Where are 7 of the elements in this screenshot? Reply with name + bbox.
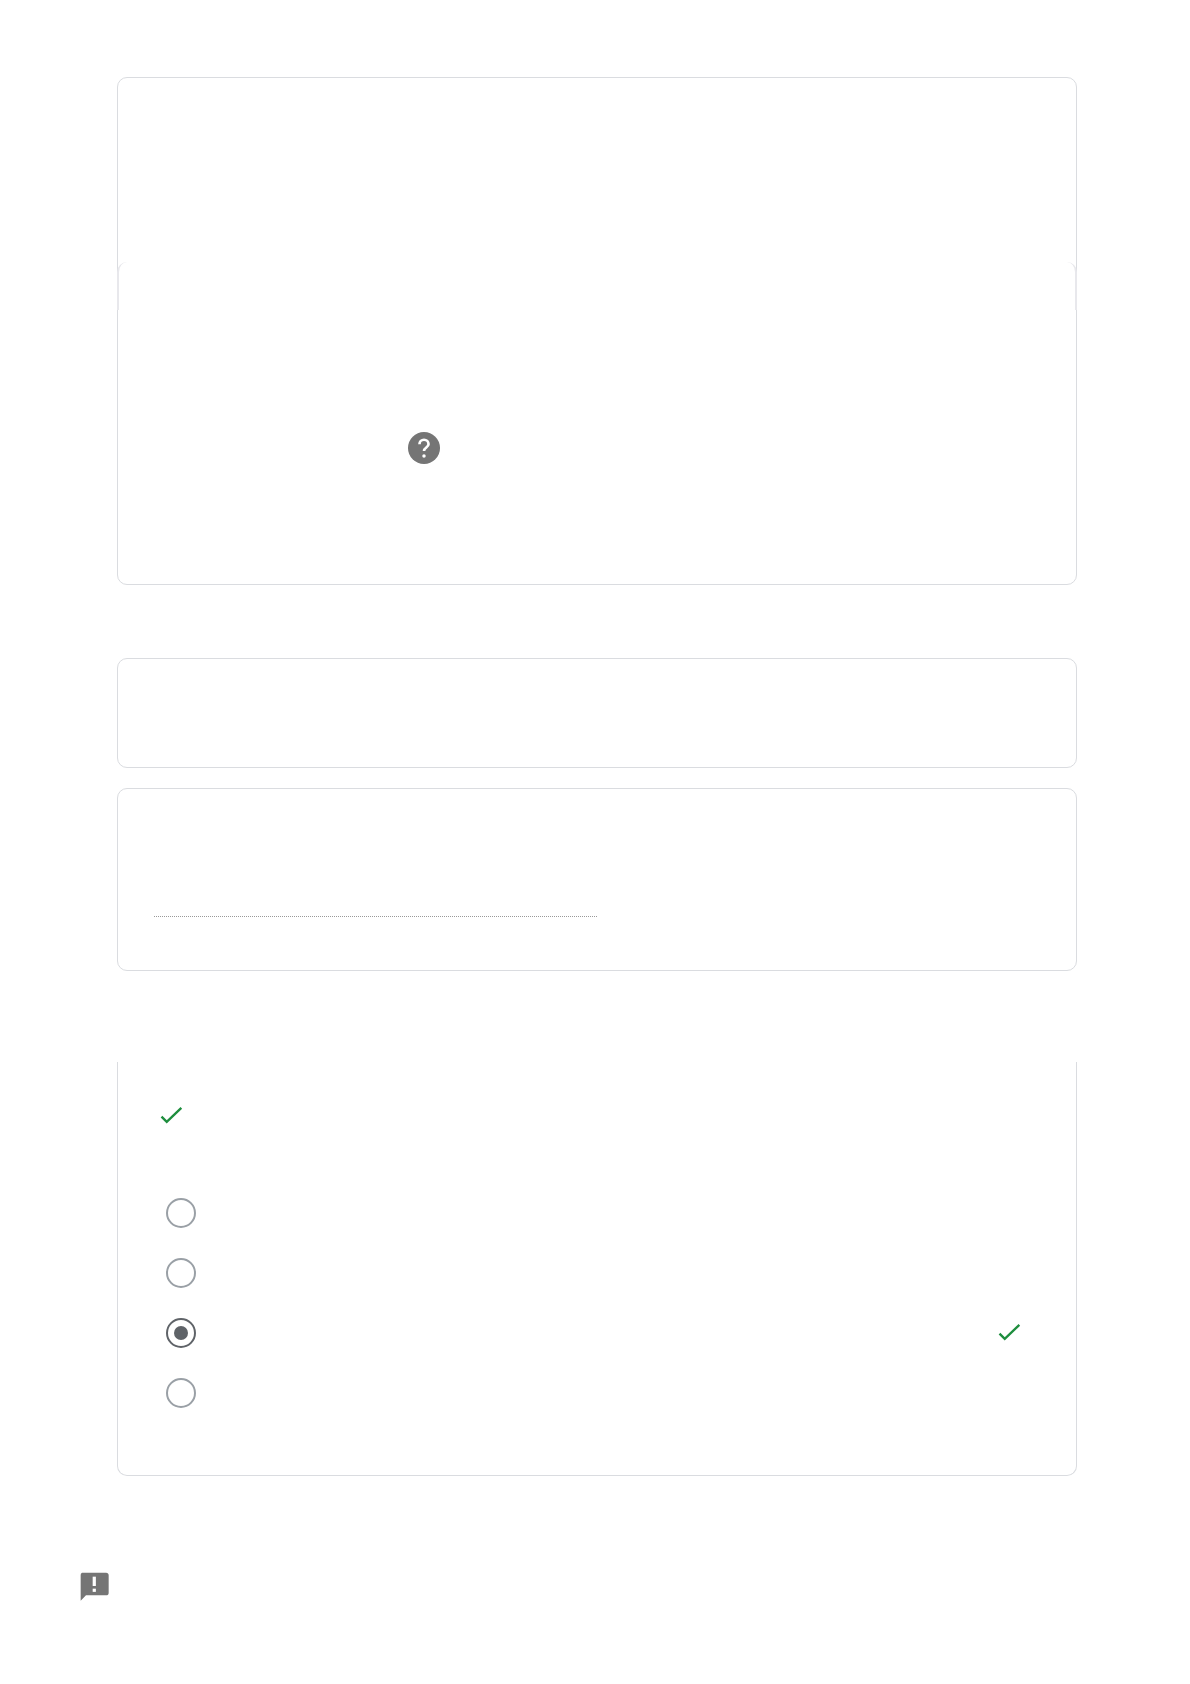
answer-field[interactable] xyxy=(154,914,597,917)
radio-button[interactable] xyxy=(166,1258,196,1288)
feedback-icon[interactable] xyxy=(78,1570,110,1602)
radio-button[interactable] xyxy=(166,1198,196,1228)
help-icon[interactable] xyxy=(408,432,440,464)
radio-button[interactable] xyxy=(166,1318,196,1348)
radio-button[interactable] xyxy=(166,1378,196,1408)
